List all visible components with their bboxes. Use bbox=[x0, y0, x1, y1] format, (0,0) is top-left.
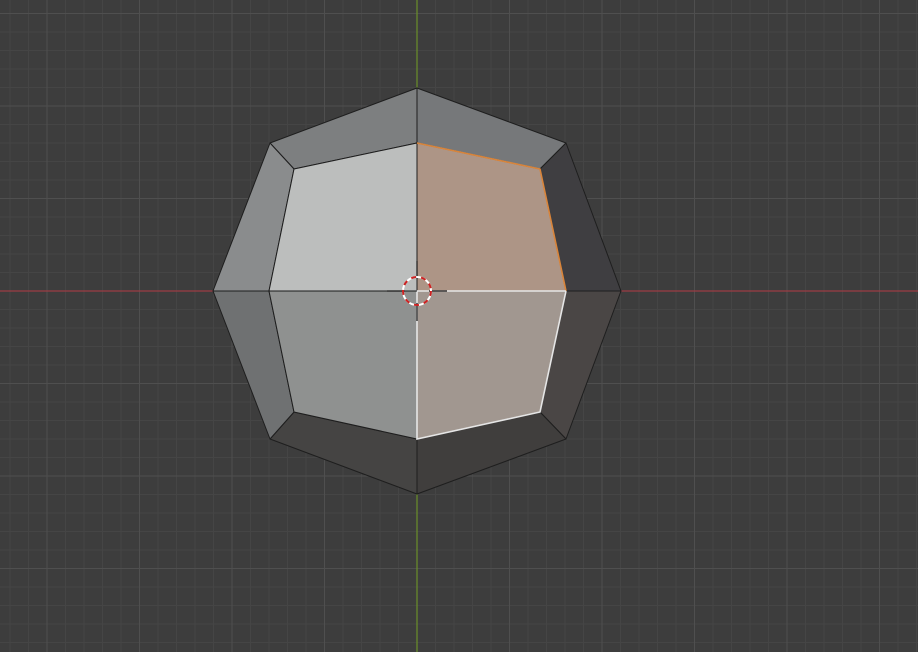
mesh-object[interactable] bbox=[212, 87, 622, 495]
3d-viewport[interactable] bbox=[0, 0, 918, 652]
viewport-canvas[interactable] bbox=[0, 0, 918, 652]
